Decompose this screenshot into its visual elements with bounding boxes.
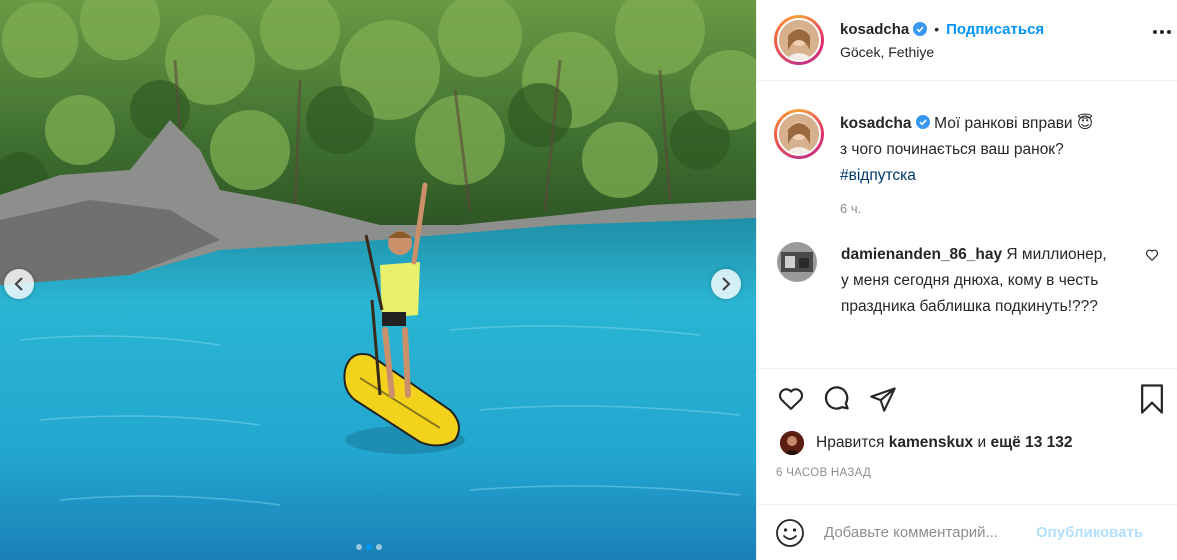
post-photo[interactable] xyxy=(0,0,756,560)
likes-others[interactable]: ещё 13 132 xyxy=(990,434,1072,452)
photo-scene xyxy=(0,0,756,560)
comment-item: damienanden_86_hay Я миллионер, у меня с… xyxy=(774,242,1160,320)
avatar-photo xyxy=(779,20,819,60)
carousel-dot[interactable] xyxy=(356,544,362,550)
publish-button[interactable]: Опубликовать xyxy=(1036,524,1143,541)
caption-hashtag[interactable]: #відпутска xyxy=(840,163,1093,189)
author-username[interactable]: kosadcha xyxy=(840,21,909,38)
share-button[interactable] xyxy=(867,383,899,415)
add-comment-bar: Опубликовать xyxy=(757,504,1177,560)
comment-like-heart-icon[interactable] xyxy=(1145,248,1159,262)
comments-section[interactable]: kosadcha Мої ранкові вправи 😇 з чого поч… xyxy=(757,81,1177,368)
likes-conjunction: и xyxy=(977,434,987,451)
carousel-prev-button[interactable] xyxy=(4,269,34,299)
caption-time[interactable]: 6 ч. xyxy=(840,201,1160,216)
caption-avatar[interactable] xyxy=(774,109,824,159)
commenter-avatar[interactable] xyxy=(777,242,817,282)
chevron-left-icon xyxy=(14,277,23,291)
post-actions xyxy=(757,368,1177,429)
save-button[interactable] xyxy=(1137,383,1167,418)
more-options-icon[interactable] xyxy=(1153,30,1171,34)
carousel-next-button[interactable] xyxy=(711,269,741,299)
post-location[interactable]: Göcek, Fethiye xyxy=(840,44,1044,60)
comment-input[interactable] xyxy=(824,524,1032,541)
bookmark-icon xyxy=(1141,384,1163,414)
comment-button[interactable] xyxy=(821,383,853,415)
avatar-photo xyxy=(779,114,819,154)
carousel-dot-active[interactable] xyxy=(366,544,372,550)
follow-button[interactable]: Подписаться xyxy=(946,21,1044,38)
liker-avatar[interactable] xyxy=(780,431,804,455)
caption-text-line2: з чого починається ваш ранок? xyxy=(840,141,1064,158)
verified-badge-icon xyxy=(913,22,928,36)
likes-user[interactable]: kamenskux xyxy=(889,434,973,452)
heart-icon xyxy=(778,388,804,410)
post-sidebar: kosadcha • Подписаться Göcek, Fethiye ko… xyxy=(756,0,1177,560)
caption-username[interactable]: kosadcha xyxy=(840,115,912,132)
comment-username[interactable]: damienanden_86_hay xyxy=(841,246,1002,263)
carousel-indicators xyxy=(356,544,382,550)
posted-ago[interactable]: 6 ЧАСОВ НАЗАД xyxy=(757,467,1177,491)
post-header: kosadcha • Подписаться Göcek, Fethiye xyxy=(757,0,1177,81)
instagram-post: kosadcha • Подписаться Göcek, Fethiye ko… xyxy=(0,0,1177,560)
likes-summary: Нравится kamenskux и ещё 13 132 xyxy=(757,429,1177,457)
post-caption: kosadcha Мої ранкові вправи 😇 з чого поч… xyxy=(774,109,1160,189)
emoji-icon[interactable] xyxy=(774,517,806,549)
likes-prefix: Нравится xyxy=(816,434,885,451)
separator-dot: • xyxy=(934,21,940,37)
share-icon xyxy=(870,387,896,412)
caption-text-line1: Мої ранкові вправи 😇 xyxy=(934,115,1094,132)
author-avatar[interactable] xyxy=(774,15,824,65)
comment-meta-faded xyxy=(841,330,1160,345)
like-button[interactable] xyxy=(775,383,807,415)
chevron-right-icon xyxy=(722,277,731,291)
carousel-dot[interactable] xyxy=(376,544,382,550)
verified-badge-icon xyxy=(915,115,930,129)
comment-icon xyxy=(824,386,849,410)
